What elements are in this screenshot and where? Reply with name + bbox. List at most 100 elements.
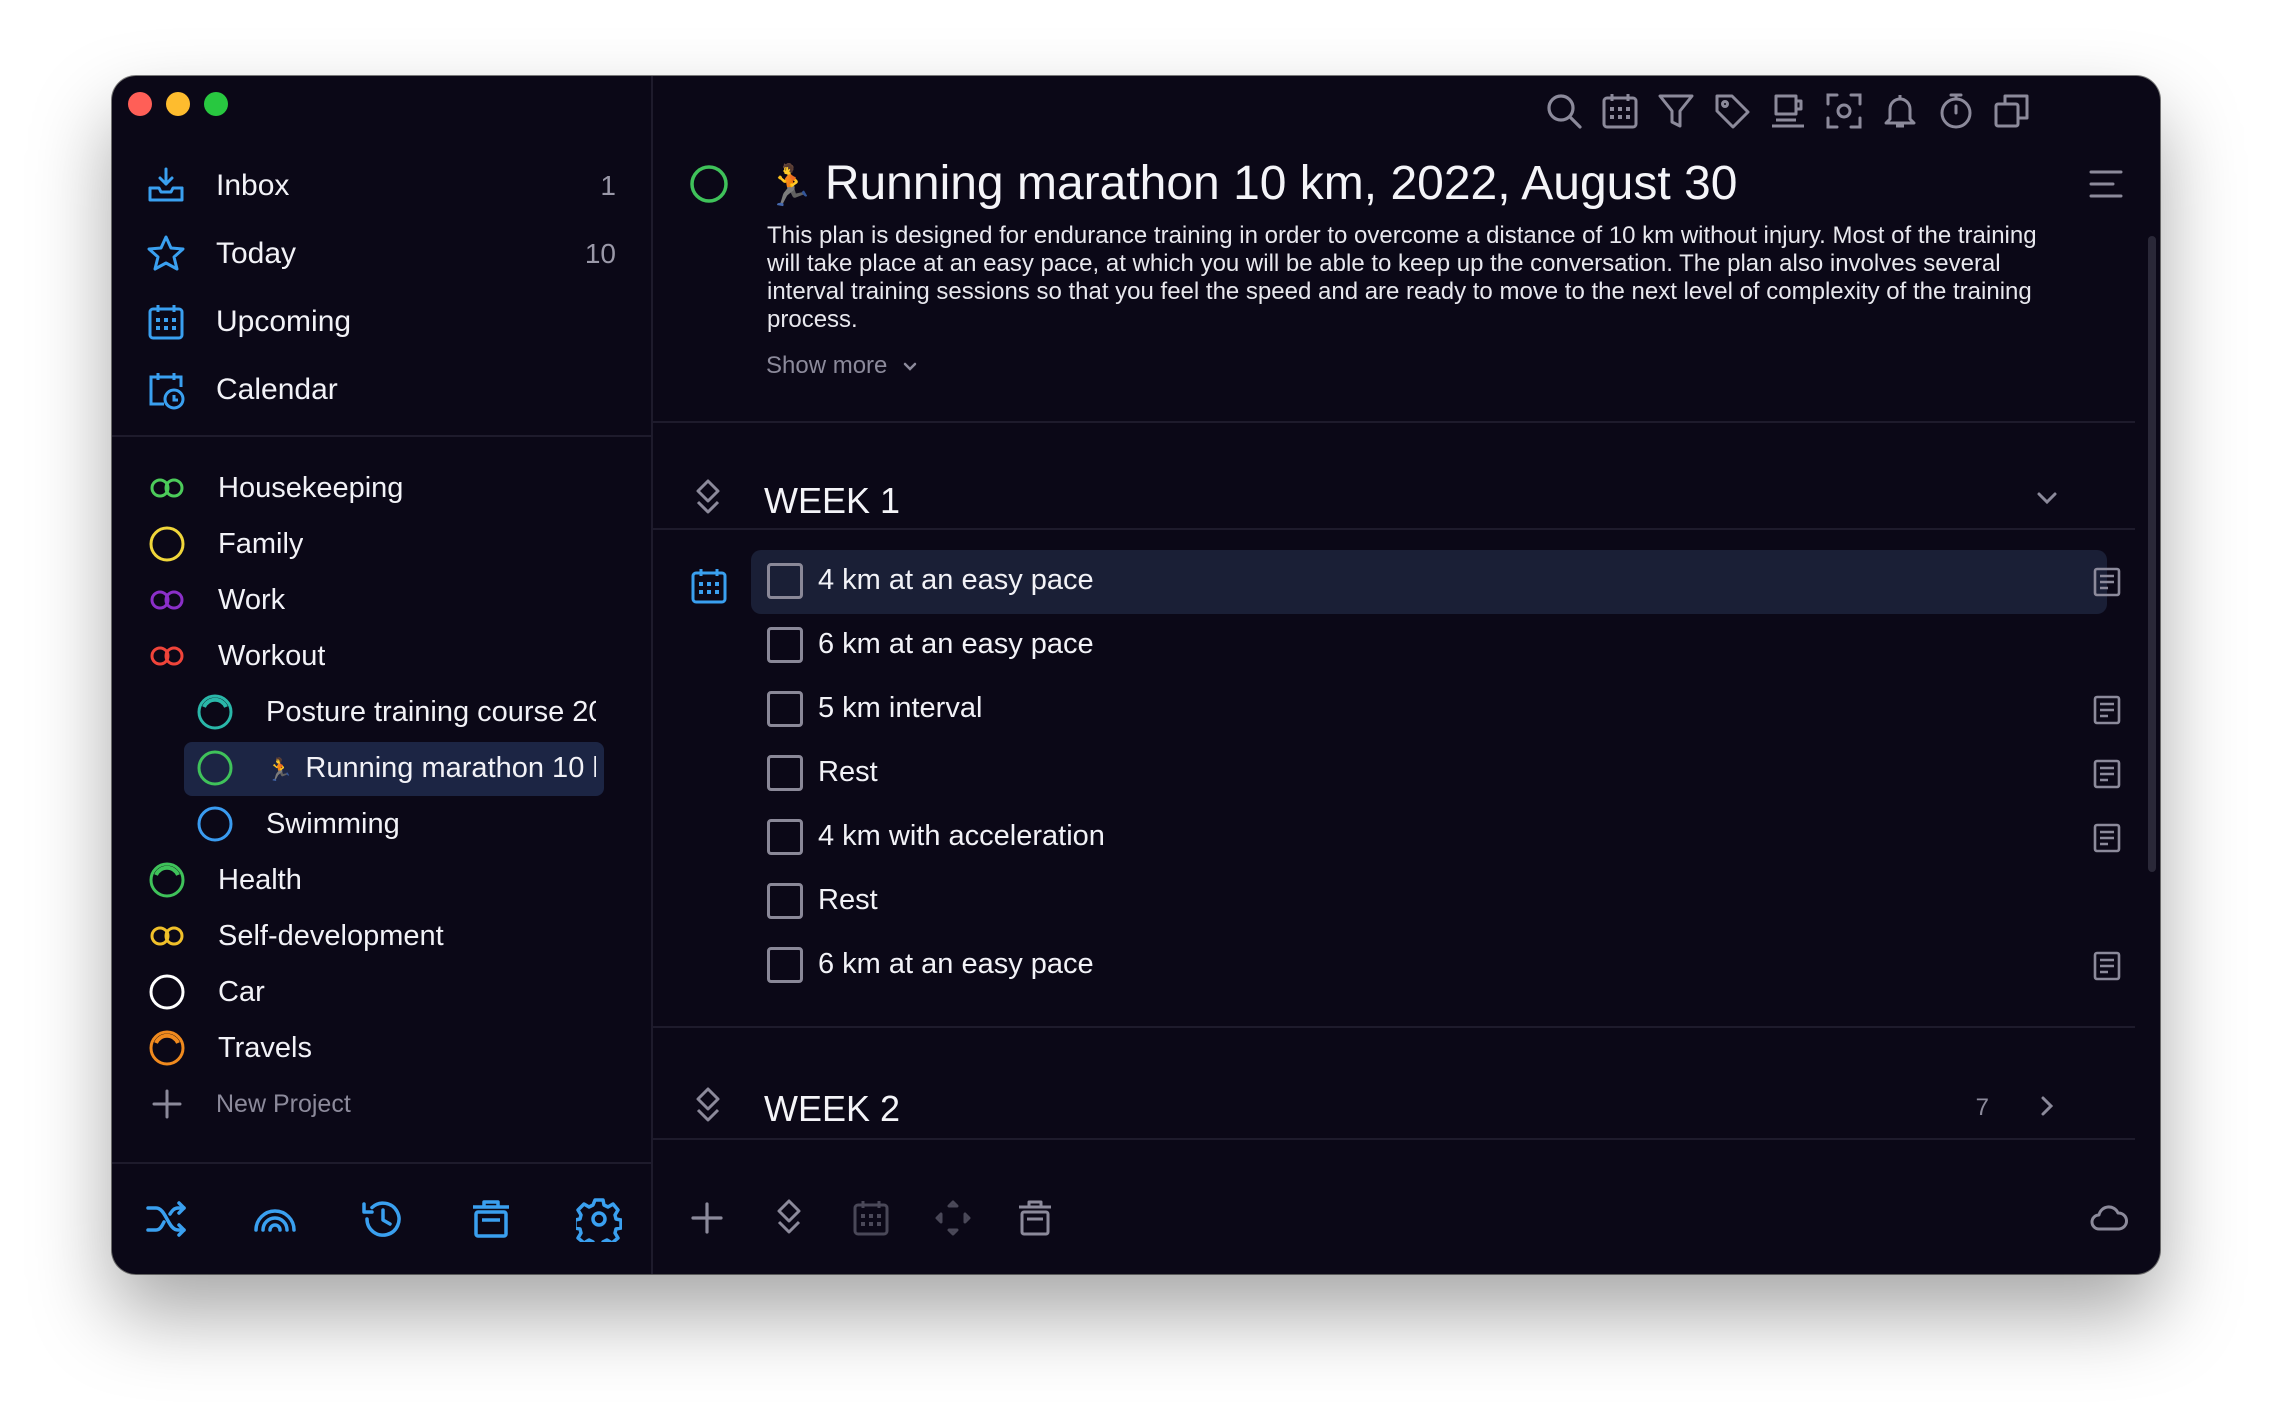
note-icon[interactable] — [2091, 694, 2123, 726]
coffee-cup-icon[interactable] — [1769, 92, 1807, 130]
search-icon[interactable] — [1545, 92, 1583, 130]
section-week-1[interactable]: WEEK 1 — [653, 444, 2135, 554]
project-housekeeping[interactable]: Housekeeping — [112, 460, 652, 516]
gear-icon[interactable] — [576, 1196, 622, 1242]
bell-icon[interactable] — [1881, 92, 1919, 130]
project-double-ring-icon — [150, 926, 184, 946]
divider — [653, 421, 2135, 423]
project-health[interactable]: Health — [112, 852, 652, 908]
project-label: Work — [218, 583, 286, 616]
calendar-clock-icon — [149, 373, 185, 410]
sidebar-item-calendar[interactable]: Calendar — [112, 356, 652, 424]
sidebar-toolbar — [112, 1188, 652, 1248]
calendar-grid-icon — [148, 305, 184, 340]
history-icon[interactable] — [360, 1196, 406, 1242]
runner-emoji-icon: 🏃 — [765, 164, 815, 208]
section-diamond-icon[interactable] — [769, 1198, 809, 1238]
task-label: 4 km at an easy pace — [818, 564, 1094, 596]
sidebar-item-today[interactable]: Today 10 — [112, 220, 652, 288]
project-progress-ring-icon — [149, 1030, 185, 1066]
task-checkbox[interactable] — [767, 627, 803, 663]
project-label: Housekeeping — [218, 471, 404, 504]
task-checkbox[interactable] — [767, 755, 803, 791]
project-work[interactable]: Work — [112, 572, 652, 628]
cloud-icon[interactable] — [2089, 1198, 2129, 1238]
project-workout[interactable]: Workout — [112, 628, 652, 684]
calendar-icon[interactable] — [1601, 92, 1639, 130]
menu-lines-icon[interactable] — [2088, 168, 2124, 200]
note-icon[interactable] — [2091, 822, 2123, 854]
shuffle-icon[interactable] — [144, 1196, 190, 1242]
task-row[interactable]: 4 km with acceleration — [653, 806, 2160, 870]
project-label: Car — [218, 975, 265, 1008]
project-label: Health — [218, 863, 302, 896]
section-week-2[interactable]: WEEK 2 7 — [653, 1052, 2135, 1162]
project-progress-ring-icon — [197, 694, 233, 730]
plus-icon[interactable] — [687, 1198, 727, 1238]
divider — [653, 1138, 2135, 1140]
new-project-button[interactable]: New Project — [112, 1076, 652, 1132]
move-arrows-icon[interactable] — [933, 1198, 973, 1238]
task-row[interactable]: 6 km at an easy pace — [653, 614, 2160, 678]
trash-icon[interactable] — [468, 1196, 514, 1242]
project-car[interactable]: Car — [112, 964, 652, 1020]
project-running-marathon[interactable]: 🏃Running marathon 10 km, 2022, August 30 — [112, 740, 652, 796]
project-ring-icon — [149, 974, 185, 1010]
task-row[interactable]: 6 km at an easy pace — [653, 934, 2160, 998]
scrollbar[interactable] — [2148, 236, 2156, 872]
app-window: Inbox 1 Today 10 Upcoming Calendar House… — [112, 76, 2160, 1274]
task-row[interactable]: Rest — [653, 870, 2160, 934]
tag-icon[interactable] — [1713, 92, 1751, 130]
note-icon[interactable] — [2091, 758, 2123, 790]
trash-icon[interactable] — [1015, 1198, 1055, 1238]
sidebar-item-upcoming[interactable]: Upcoming — [112, 288, 652, 356]
task-row[interactable]: 4 km at an easy pace — [653, 550, 2160, 614]
rainbow-icon[interactable] — [252, 1196, 298, 1242]
divider — [653, 1026, 2135, 1028]
focus-scan-icon[interactable] — [1825, 92, 1863, 130]
task-checkbox[interactable] — [767, 563, 803, 599]
sidebar-divider — [112, 435, 651, 437]
sidebar-item-inbox[interactable]: Inbox 1 — [112, 152, 652, 220]
divider — [653, 528, 2135, 530]
task-label: Rest — [818, 884, 878, 916]
project-family[interactable]: Family — [112, 516, 652, 572]
section-title: WEEK 2 — [764, 1088, 901, 1129]
note-icon[interactable] — [2091, 950, 2123, 982]
sidebar-item-label: Today — [216, 237, 297, 270]
project-label: Workout — [218, 639, 326, 672]
task-label: Rest — [818, 756, 878, 788]
show-more-button[interactable]: Show more — [766, 352, 919, 380]
project-travels[interactable]: Travels — [112, 1020, 652, 1076]
project-label: Self-development — [218, 919, 444, 952]
section-diamond-icon — [696, 1087, 720, 1122]
calendar-icon[interactable] — [851, 1198, 891, 1238]
project-label: 🏃Running marathon 10 km, 2022, August 30 — [266, 751, 596, 784]
task-row[interactable]: 5 km interval — [653, 678, 2160, 742]
project-swimming[interactable]: Swimming — [112, 796, 652, 852]
filter-icon[interactable] — [1657, 92, 1695, 130]
task-checkbox[interactable] — [767, 691, 803, 727]
section-task-count: 7 — [1975, 1094, 1989, 1121]
chevron-down-icon[interactable] — [2033, 484, 2061, 512]
project-posture-training[interactable]: Posture training course 2022 — [112, 684, 652, 740]
page-title: 🏃 Running marathon 10 km, 2022, August 30 — [765, 157, 1738, 210]
task-checkbox[interactable] — [767, 947, 803, 983]
project-double-ring-icon — [150, 646, 184, 666]
project-self-development[interactable]: Self-development — [112, 908, 652, 964]
chevron-down-icon — [904, 362, 917, 371]
task-row[interactable]: Rest — [653, 742, 2160, 806]
chevron-right-icon[interactable] — [2033, 1092, 2061, 1120]
task-label: 4 km with acceleration — [818, 820, 1105, 852]
project-complete-toggle[interactable] — [689, 164, 729, 204]
task-checkbox[interactable] — [767, 883, 803, 919]
note-icon[interactable] — [2091, 566, 2123, 598]
task-checkbox[interactable] — [767, 819, 803, 855]
copy-windows-icon[interactable] — [1993, 92, 2031, 130]
project-list: Housekeeping Family Work Workout Posture… — [112, 460, 652, 1132]
runner-emoji-icon: 🏃 — [266, 756, 294, 782]
stopwatch-icon[interactable] — [1937, 92, 1975, 130]
task-label: 6 km at an easy pace — [818, 948, 1094, 980]
sidebar: Inbox 1 Today 10 Upcoming Calendar House… — [112, 76, 653, 1274]
project-progress-ring-icon — [149, 862, 185, 898]
